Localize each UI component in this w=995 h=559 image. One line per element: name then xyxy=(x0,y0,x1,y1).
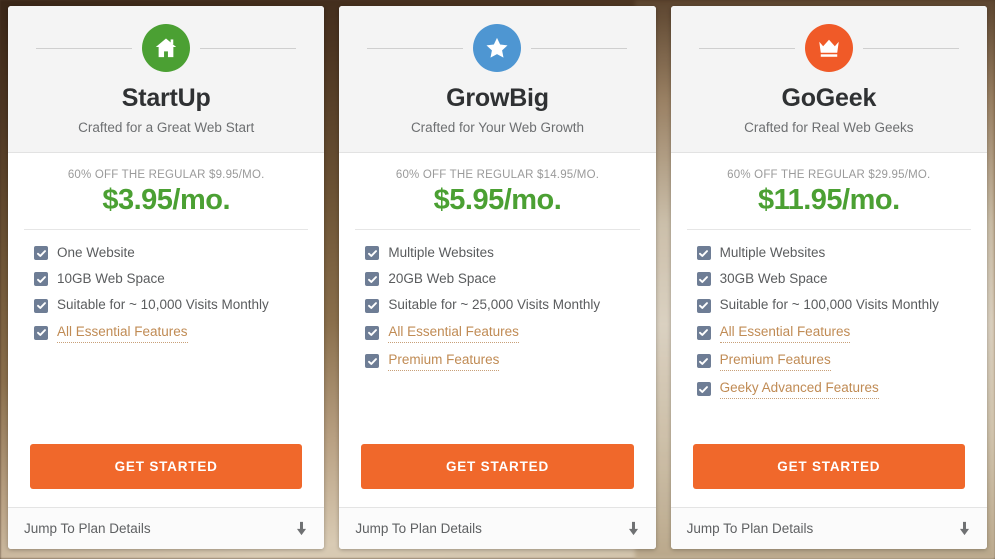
plan-name: StartUp xyxy=(121,84,211,112)
feature-label: Multiple Websites xyxy=(719,245,826,261)
feature-label: 10GB Web Space xyxy=(57,271,165,287)
feature-label-link[interactable]: Premium Features xyxy=(388,351,500,372)
feature-item: Premium Features xyxy=(365,351,637,372)
feature-item: All Essential Features xyxy=(365,323,637,343)
jump-to-plan-details-bar[interactable]: Jump To Plan Details xyxy=(8,507,325,549)
plan-tagline: Crafted for Real Web Geeks xyxy=(744,119,914,135)
feature-item: Premium Features xyxy=(696,351,969,372)
plan-icon-row xyxy=(357,24,637,72)
feature-item: 10GB Web Space xyxy=(34,270,306,288)
header-rule-right xyxy=(200,47,297,49)
check-icon xyxy=(696,325,711,340)
price-current: $3.95/mo. xyxy=(102,183,230,216)
check-icon xyxy=(696,272,711,287)
price-regular-label: 60% OFF THE REGULAR $9.95/MO. xyxy=(67,168,265,181)
price-regular-label: 60% OFF THE REGULAR $14.95/MO. xyxy=(395,168,600,181)
feature-item: Multiple Websites xyxy=(696,244,969,262)
plan-header: GoGeek Crafted for Real Web Geeks xyxy=(670,6,987,153)
feature-item: 30GB Web Space xyxy=(696,270,969,288)
plan-header: GrowBig Crafted for Your Web Growth xyxy=(339,6,656,153)
feature-label-link[interactable]: All Essential Features xyxy=(388,323,519,343)
arrow-down-icon[interactable] xyxy=(958,521,971,536)
feature-item: All Essential Features xyxy=(696,323,969,343)
feature-label: 20GB Web Space xyxy=(388,271,497,287)
plan-card-startup: StartUp Crafted for a Great Web Start 60% … xyxy=(8,6,325,549)
check-icon xyxy=(696,354,711,369)
plan-card-growbig: GrowBig Crafted for Your Web Growth 60% OF… xyxy=(339,6,656,549)
cta-container: GET STARTED xyxy=(339,430,655,507)
feature-label: Multiple Websites xyxy=(388,245,494,261)
check-icon xyxy=(34,246,48,261)
feature-item: Suitable for ~ 25,000 Visits Monthly xyxy=(365,296,637,314)
feature-item: Suitable for ~ 10,000 Visits Monthly xyxy=(34,296,306,314)
feature-label-link[interactable]: Premium Features xyxy=(719,351,831,372)
check-icon xyxy=(365,298,380,313)
feature-item: 20GB Web Space xyxy=(365,270,637,288)
feature-label: Suitable for ~ 25,000 Visits Monthly xyxy=(388,297,601,313)
feature-list: Multiple Websites 30GB Web Space Suitable … xyxy=(671,230,987,430)
price-regular-label: 60% OFF THE REGULAR $29.95/MO. xyxy=(727,168,931,181)
check-icon xyxy=(34,272,48,287)
jump-to-plan-details-label: Jump To Plan Details xyxy=(24,521,151,536)
feature-item: All Essential Features xyxy=(34,323,306,343)
check-icon xyxy=(34,325,48,340)
pricing-plans-container: StartUp Crafted for a Great Web Start 60% … xyxy=(0,0,995,559)
feature-list: Multiple Websites 20GB Web Space Suitable … xyxy=(339,230,655,430)
get-started-button[interactable]: GET STARTED xyxy=(361,444,634,489)
arrow-down-icon[interactable] xyxy=(295,521,308,536)
feature-item: Geeky Advanced Features xyxy=(696,379,969,400)
plan-icon-row xyxy=(689,24,969,72)
jump-to-plan-details-label: Jump To Plan Details xyxy=(355,521,482,536)
jump-to-plan-details-bar[interactable]: Jump To Plan Details xyxy=(339,507,656,549)
feature-label: One Website xyxy=(57,245,135,261)
price-block: 60% OFF THE REGULAR $9.95/MO. $3.95/mo. xyxy=(24,153,309,231)
jump-to-plan-details-bar[interactable]: Jump To Plan Details xyxy=(670,507,987,549)
check-icon xyxy=(696,298,711,313)
feature-item: Suitable for ~ 100,000 Visits Monthly xyxy=(696,296,969,314)
plan-name: GrowBig xyxy=(446,84,549,112)
check-icon xyxy=(365,325,380,340)
cta-container: GET STARTED xyxy=(671,430,987,507)
price-block: 60% OFF THE REGULAR $14.95/MO. $5.95/mo. xyxy=(355,153,640,231)
home-icon xyxy=(142,24,191,72)
feature-item: Multiple Websites xyxy=(365,244,637,262)
check-icon xyxy=(365,246,380,261)
plan-header: StartUp Crafted for a Great Web Start xyxy=(8,6,325,153)
get-started-button[interactable]: GET STARTED xyxy=(692,444,965,489)
plan-tagline: Crafted for a Great Web Start xyxy=(78,119,255,135)
plan-name: GoGeek xyxy=(781,84,877,112)
price-current: $11.95/mo. xyxy=(757,183,900,216)
crown-icon xyxy=(804,24,853,72)
price-current: $5.95/mo. xyxy=(433,183,562,216)
header-rule-right xyxy=(862,47,959,49)
feature-label-link[interactable]: All Essential Features xyxy=(57,323,188,343)
price-block: 60% OFF THE REGULAR $29.95/MO. $11.95/mo. xyxy=(686,153,971,231)
check-icon xyxy=(365,272,380,287)
check-icon xyxy=(696,382,711,397)
check-icon xyxy=(365,354,380,369)
header-rule-left xyxy=(367,47,464,49)
jump-to-plan-details-label: Jump To Plan Details xyxy=(686,521,814,536)
plan-tagline: Crafted for Your Web Growth xyxy=(410,119,585,135)
feature-list: One Website 10GB Web Space Suitable for ~ … xyxy=(8,230,324,430)
plan-icon-row xyxy=(26,24,306,72)
cta-container: GET STARTED xyxy=(8,430,324,507)
feature-label: 30GB Web Space xyxy=(719,271,828,287)
header-rule-right xyxy=(531,47,628,49)
arrow-down-icon[interactable] xyxy=(627,521,640,536)
feature-item: One Website xyxy=(34,244,306,262)
star-icon xyxy=(473,24,522,72)
header-rule-left xyxy=(698,47,795,49)
feature-label-link[interactable]: Geeky Advanced Features xyxy=(719,379,879,400)
feature-label-link[interactable]: All Essential Features xyxy=(719,323,851,343)
header-rule-left xyxy=(36,47,133,49)
feature-label: Suitable for ~ 10,000 Visits Monthly xyxy=(57,297,269,313)
plan-card-gogeek: GoGeek Crafted for Real Web Geeks 60% OFF … xyxy=(670,6,987,549)
feature-label: Suitable for ~ 100,000 Visits Monthly xyxy=(719,297,939,313)
check-icon xyxy=(34,298,48,313)
get-started-button[interactable]: GET STARTED xyxy=(30,444,303,489)
check-icon xyxy=(696,246,711,261)
